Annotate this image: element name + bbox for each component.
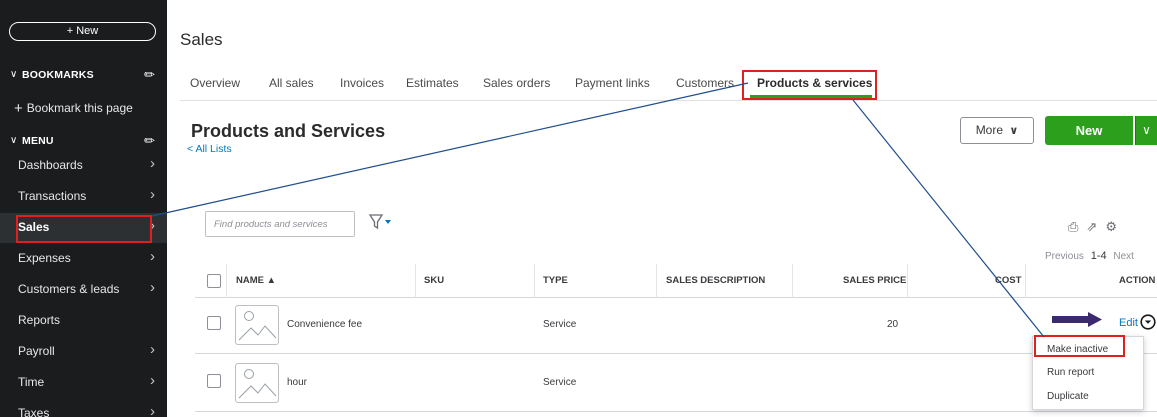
connector-line — [852, 99, 1045, 338]
annotation-overlay — [151, 82, 1102, 338]
pointer-arrow-icon — [1052, 312, 1102, 327]
connector-line — [151, 82, 749, 217]
